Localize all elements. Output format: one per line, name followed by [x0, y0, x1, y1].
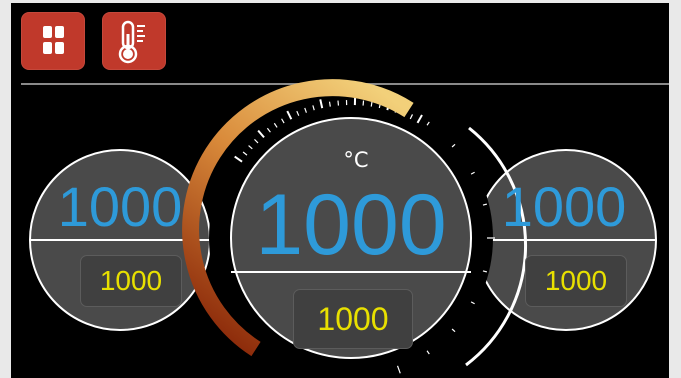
- right-value: 1000: [501, 175, 627, 238]
- dial-tick: [328, 101, 331, 107]
- left-value: 1000: [57, 175, 183, 238]
- display-screen: 1000 1000 1000 1000 °C 1000 1000: [11, 3, 669, 378]
- left-setpoint-box[interactable]: 1000: [80, 255, 182, 307]
- center-setpoint-box[interactable]: 1000: [293, 289, 413, 349]
- right-setpoint-box[interactable]: 1000: [525, 255, 627, 307]
- center-value: 1000: [255, 177, 447, 273]
- dial-tick: [370, 101, 373, 107]
- unit-label: °C: [343, 148, 369, 172]
